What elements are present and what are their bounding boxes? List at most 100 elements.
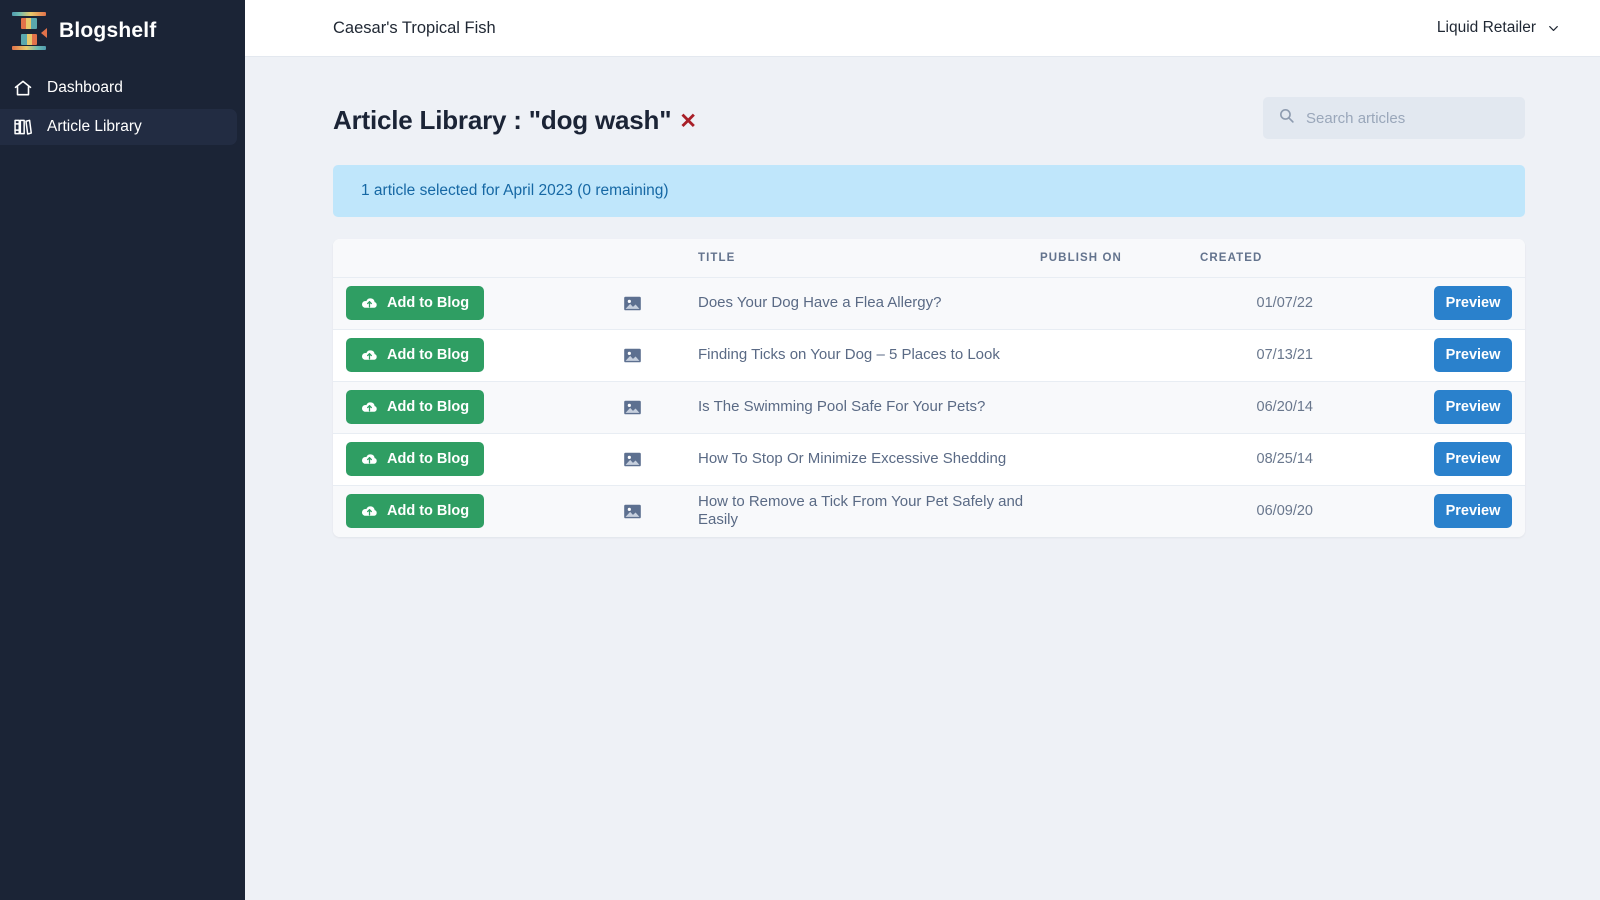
column-header-created[interactable]: CREATED bbox=[1200, 239, 1325, 278]
cell-action: Add to Blog bbox=[333, 329, 623, 381]
sidebar-item-dashboard[interactable]: Dashboard bbox=[0, 70, 237, 106]
cell-title: How To Stop Or Minimize Excessive Sheddi… bbox=[698, 433, 1040, 485]
image-icon bbox=[623, 502, 698, 521]
clear-filter-icon[interactable]: ✕ bbox=[679, 109, 697, 134]
cell-created: 06/09/20 bbox=[1256, 503, 1313, 520]
add-to-blog-label: Add to Blog bbox=[387, 451, 470, 467]
cell-thumbnail bbox=[623, 277, 698, 329]
cell-publish-on bbox=[1040, 381, 1200, 433]
preview-button[interactable]: Preview bbox=[1434, 286, 1512, 320]
preview-button[interactable]: Preview bbox=[1434, 442, 1512, 476]
article-title-link[interactable]: Is The Swimming Pool Safe For Your Pets? bbox=[698, 398, 985, 415]
cloud-upload-icon bbox=[361, 295, 378, 312]
cell-thumbnail bbox=[623, 381, 698, 433]
add-to-blog-label: Add to Blog bbox=[387, 503, 470, 520]
article-title-link[interactable]: How To Stop Or Minimize Excessive Sheddi… bbox=[698, 450, 1006, 467]
add-to-blog-label: Add to Blog bbox=[387, 347, 470, 363]
article-title-link[interactable]: Does Your Dog Have a Flea Allergy? bbox=[698, 294, 941, 311]
cell-preview: Preview bbox=[1325, 485, 1525, 537]
sidebar-item-article-library[interactable]: Article Library bbox=[0, 109, 237, 145]
add-to-blog-button[interactable]: Add to Blog bbox=[346, 390, 485, 424]
page-context-title: Caesar's Tropical Fish bbox=[333, 18, 496, 37]
table-head: TITLE PUBLISH ON CREATED bbox=[333, 239, 1525, 278]
topbar: Caesar's Tropical Fish Liquid Retailer bbox=[245, 0, 1600, 57]
cell-title: How to Remove a Tick From Your Pet Safel… bbox=[698, 485, 1040, 537]
cell-preview: Preview bbox=[1325, 329, 1525, 381]
preview-button[interactable]: Preview bbox=[1434, 338, 1512, 372]
add-to-blog-button[interactable]: Add to Blog bbox=[346, 286, 485, 320]
add-to-blog-button[interactable]: Add to Blog bbox=[346, 442, 485, 476]
cell-publish-on bbox=[1040, 329, 1200, 381]
add-to-blog-button[interactable]: Add to Blog bbox=[346, 494, 485, 529]
image-icon bbox=[623, 450, 698, 469]
article-title-link[interactable]: How to Remove a Tick From Your Pet Safel… bbox=[698, 493, 1023, 528]
table-row: Add to Blog Is The Swimming Pool Safe For… bbox=[333, 381, 1525, 433]
account-menu[interactable]: Liquid Retailer bbox=[1437, 19, 1560, 37]
cell-action: Add to Blog bbox=[333, 433, 623, 485]
cell-publish-on bbox=[1040, 485, 1200, 537]
cell-publish-on bbox=[1040, 433, 1200, 485]
column-header-action bbox=[333, 239, 623, 278]
search-input[interactable] bbox=[1306, 109, 1510, 127]
chevron-down-icon bbox=[1547, 22, 1560, 35]
cloud-upload-icon bbox=[361, 503, 378, 520]
column-header-title[interactable]: TITLE bbox=[698, 239, 1040, 278]
cell-thumbnail bbox=[623, 485, 698, 537]
cell-thumbnail bbox=[623, 329, 698, 381]
cell-title: Finding Ticks on Your Dog – 5 Places to … bbox=[698, 329, 1040, 381]
add-to-blog-label: Add to Blog bbox=[387, 295, 470, 311]
cell-preview: Preview bbox=[1325, 381, 1525, 433]
sidebar-item-label: Article Library bbox=[47, 118, 142, 135]
table-row: Add to Blog Does Your Dog Have a Flea All… bbox=[333, 277, 1525, 329]
account-label: Liquid Retailer bbox=[1436, 19, 1536, 36]
brand: Blogshelf bbox=[0, 0, 245, 62]
table-row: Add to Blog How to Remove a Tick From You… bbox=[333, 485, 1525, 537]
page-title: Article Library : "dog wash" ✕ bbox=[333, 97, 697, 136]
sidebar: Blogshelf Dashboard Article Library bbox=[0, 0, 245, 900]
selection-status-text: 1 article selected for April 2023 (0 rem… bbox=[361, 182, 669, 199]
books-icon bbox=[12, 117, 33, 138]
cell-action: Add to Blog bbox=[333, 277, 623, 329]
column-header-publish-on[interactable]: PUBLISH ON bbox=[1040, 239, 1200, 278]
sidebar-item-label: Dashboard bbox=[47, 79, 123, 96]
bookshelf-logo-icon bbox=[12, 12, 47, 50]
content: Article Library : "dog wash" ✕ 1 article … bbox=[245, 57, 1600, 900]
page-title-text: Article Library : "dog wash" bbox=[333, 105, 672, 135]
preview-button[interactable]: Preview bbox=[1434, 494, 1512, 529]
cloud-upload-icon bbox=[361, 399, 378, 416]
logo-shelf-bottom bbox=[12, 46, 46, 50]
cell-action: Add to Blog bbox=[333, 485, 623, 537]
image-icon bbox=[623, 398, 698, 417]
logo-shelf-top bbox=[12, 12, 46, 16]
app-root: Blogshelf Dashboard Article Library Caes… bbox=[0, 0, 1600, 900]
cell-created: 01/07/22 bbox=[1256, 295, 1313, 311]
search-box[interactable] bbox=[1263, 97, 1525, 139]
cell-created: 08/25/14 bbox=[1256, 451, 1313, 467]
cell-preview: Preview bbox=[1325, 277, 1525, 329]
column-header-preview bbox=[1325, 239, 1525, 278]
image-icon bbox=[623, 346, 698, 365]
cell-title: Is The Swimming Pool Safe For Your Pets? bbox=[698, 381, 1040, 433]
logo-book-row-1 bbox=[21, 17, 37, 29]
cell-publish-on bbox=[1040, 277, 1200, 329]
search-icon bbox=[1278, 107, 1295, 129]
article-title-link[interactable]: Finding Ticks on Your Dog – 5 Places to … bbox=[698, 346, 1000, 363]
column-header-thumb bbox=[623, 239, 698, 278]
table-body: Add to Blog Does Your Dog Have a Flea All… bbox=[333, 277, 1525, 537]
main-area: Caesar's Tropical Fish Liquid Retailer A… bbox=[245, 0, 1600, 900]
cell-created: 07/13/21 bbox=[1256, 347, 1313, 363]
cell-thumbnail bbox=[623, 433, 698, 485]
selection-status-banner: 1 article selected for April 2023 (0 rem… bbox=[333, 165, 1525, 217]
cloud-upload-icon bbox=[361, 347, 378, 364]
add-to-blog-button[interactable]: Add to Blog bbox=[346, 338, 485, 372]
article-table: TITLE PUBLISH ON CREATED Add to Blog Does… bbox=[333, 239, 1525, 537]
image-icon bbox=[623, 294, 698, 313]
cell-action: Add to Blog bbox=[333, 381, 623, 433]
logo-arrow-icon bbox=[41, 28, 47, 38]
table-row: Add to Blog Finding Ticks on Your Dog – 5… bbox=[333, 329, 1525, 381]
article-table-card: TITLE PUBLISH ON CREATED Add to Blog Does… bbox=[333, 239, 1525, 537]
cell-preview: Preview bbox=[1325, 433, 1525, 485]
add-to-blog-label: Add to Blog bbox=[387, 399, 470, 415]
table-header-row: TITLE PUBLISH ON CREATED bbox=[333, 239, 1525, 278]
preview-button[interactable]: Preview bbox=[1434, 390, 1512, 424]
